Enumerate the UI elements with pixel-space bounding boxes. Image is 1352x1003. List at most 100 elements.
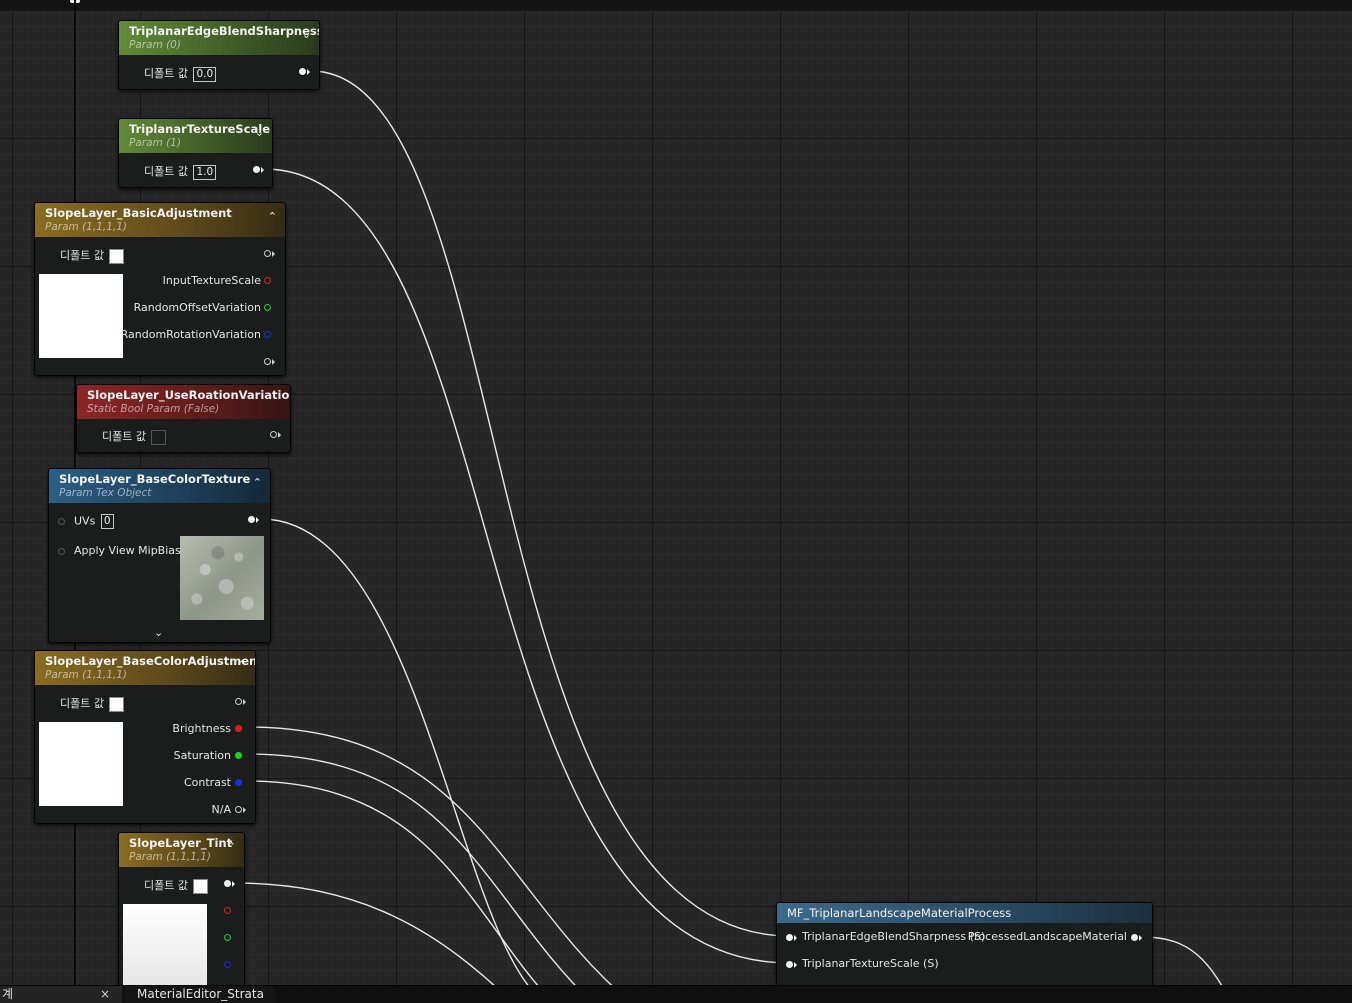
node-title: TriplanarEdgeBlendSharpness (129, 24, 320, 38)
node-header[interactable]: SlopeLayer_BaseColorTexture Param Tex Ob… (49, 469, 270, 503)
output-pin-blue[interactable] (235, 779, 242, 786)
output-pin-red[interactable] (224, 907, 231, 914)
output-label: InputTextureScale (162, 274, 261, 287)
node-title: SlopeLayer_Tint (129, 836, 233, 850)
bool-checkbox[interactable] (151, 429, 167, 445)
output-pin-alpha[interactable] (235, 806, 242, 813)
color-preview (123, 904, 207, 986)
output-label: RandomOffsetVariation (133, 301, 261, 314)
output-pin-rgba[interactable] (264, 250, 271, 257)
output-pin-red[interactable] (264, 277, 271, 284)
output-pin-red[interactable] (235, 725, 242, 732)
input-label: TriplanarTextureScale (S) (802, 957, 939, 970)
output-pin-blue[interactable] (224, 961, 231, 968)
default-value-row: 디폴트 값 1.0 (144, 163, 217, 180)
chevron-up-icon[interactable]: ⌃ (268, 210, 277, 223)
output-pin[interactable] (299, 68, 306, 75)
node-slope-layer-tint[interactable]: SlopeLayer_Tint Param (1,1,1,1) ⌃ 디폴트 값 (118, 832, 245, 987)
input-pin-edge-blend[interactable] (786, 934, 793, 941)
node-slope-layer-base-color-adjustment[interactable]: SlopeLayer_BaseColorAdjustment Param (1,… (34, 650, 256, 824)
output-label: Contrast (183, 776, 231, 789)
default-value-field[interactable]: 0.0 (193, 66, 217, 82)
node-header[interactable]: MF_TriplanarLandscapeMaterialProcess (777, 903, 1152, 923)
pin-arrow-icon (243, 698, 246, 705)
node-subtitle: Param Tex Object (59, 487, 152, 499)
input-label: TriplanarEdgeBlendSharpness (S) (802, 930, 986, 943)
output-pin-green[interactable] (235, 752, 242, 759)
default-value-label: 디폴트 값 (60, 697, 104, 710)
chevron-down-icon[interactable]: ⌄ (302, 28, 311, 41)
node-header[interactable]: SlopeLayer_Tint Param (1,1,1,1) ⌃ (119, 833, 244, 867)
output-label: RandomRotationVariation (120, 328, 261, 341)
tab-first[interactable]: 계 × (0, 986, 122, 1003)
output-pin-green[interactable] (264, 304, 271, 311)
mip-bias-label: Apply View MipBias (74, 544, 181, 557)
node-slope-layer-base-color-texture[interactable]: SlopeLayer_BaseColorTexture Param Tex Ob… (48, 468, 271, 643)
node-slope-layer-basic-adjustment[interactable]: SlopeLayer_BasicAdjustment Param (1,1,1,… (34, 202, 286, 376)
pin-arrow-icon (272, 250, 275, 257)
uvs-field[interactable]: 0 (100, 514, 114, 529)
default-value-field[interactable]: 1.0 (193, 164, 217, 180)
color-preview (39, 274, 123, 358)
chevron-up-icon[interactable]: ⌃ (253, 476, 262, 489)
tab-material-editor-strata[interactable]: MaterialEditor_Strata (125, 986, 275, 1003)
output-pin-rgba[interactable] (235, 698, 242, 705)
output-pin[interactable] (248, 516, 255, 523)
output-pin[interactable] (1131, 934, 1138, 941)
default-value-row: 디폴트 값 (60, 695, 125, 712)
node-subtitle: Param (1) (129, 137, 181, 149)
output-pin[interactable] (270, 431, 277, 438)
node-mf-triplanar-landscape-material-process[interactable]: MF_TriplanarLandscapeMaterialProcess Tri… (776, 902, 1153, 987)
chevron-up-icon[interactable]: ⌃ (227, 840, 236, 853)
wire-texture-scale (263, 168, 791, 964)
output-label: N/A (211, 803, 231, 816)
input-pin-texture-scale[interactable] (786, 961, 793, 968)
wire-base-color-tex (260, 518, 546, 1002)
output-pin-blue[interactable] (264, 331, 271, 338)
node-header[interactable]: SlopeLayer_BasicAdjustment Param (1,1,1,… (35, 203, 285, 237)
node-subtitle: Param (0) (129, 39, 181, 51)
node-header[interactable]: TriplanarTextureScale Param (1) ⌄ (119, 119, 272, 153)
color-swatch[interactable] (109, 248, 125, 264)
node-header[interactable]: TriplanarEdgeBlendSharpness Param (0) ⌄ (119, 21, 319, 55)
pin-arrow-icon (256, 516, 259, 523)
output-pin-rgba[interactable] (224, 880, 231, 887)
wire-contrast (245, 780, 554, 1002)
chevron-up-icon[interactable]: ⌃ (238, 658, 247, 671)
node-triplanar-texture-scale[interactable]: TriplanarTextureScale Param (1) ⌄ 디폴트 값 … (118, 118, 273, 188)
pin-arrow-icon (307, 68, 310, 75)
default-value-row: 디폴트 값 0.0 (144, 65, 217, 82)
output-pin-green[interactable] (224, 934, 231, 941)
uvs-row: UVs 0 (74, 514, 114, 529)
color-swatch[interactable] (109, 696, 125, 712)
node-title: SlopeLayer_BaseColorTexture (59, 472, 251, 486)
node-header[interactable]: SlopeLayer_BaseColorAdjustment Param (1,… (35, 651, 255, 685)
node-title: SlopeLayer_UseRoationVariation (87, 388, 291, 402)
output-label: Saturation (173, 749, 231, 762)
node-subtitle: Static Bool Param (False) (87, 403, 220, 415)
pin-arrow-icon (261, 166, 264, 173)
output-label: Brightness (172, 722, 231, 735)
output-pin[interactable] (253, 166, 260, 173)
pin-arrow-icon (1139, 934, 1142, 941)
uvs-label: UVs (74, 514, 96, 528)
input-pin-mipbias[interactable] (58, 548, 65, 555)
pin-arrow-icon (272, 358, 275, 365)
color-swatch[interactable] (193, 878, 209, 894)
bottom-tab-bar: 계 × MaterialEditor_Strata (0, 985, 1352, 1003)
chevron-down-icon[interactable]: ⌄ (154, 626, 163, 639)
chevron-down-icon[interactable]: ⌄ (255, 126, 264, 139)
node-slope-layer-use-rotation-variation[interactable]: SlopeLayer_UseRoationVariation Static Bo… (76, 384, 291, 453)
node-header[interactable]: SlopeLayer_UseRoationVariation Static Bo… (77, 385, 290, 419)
default-value-label: 디폴트 값 (60, 249, 104, 262)
close-icon[interactable]: × (100, 986, 110, 1003)
default-value-row: 디폴트 값 (144, 877, 209, 894)
input-pin-uvs[interactable] (58, 518, 65, 525)
node-triplanar-edge-blend-sharpness[interactable]: TriplanarEdgeBlendSharpness Param (0) ⌄ … (118, 20, 320, 90)
default-value-label: 디폴트 값 (144, 67, 188, 80)
node-subtitle: Param (1,1,1,1) (129, 851, 212, 863)
output-pin-alpha[interactable] (264, 358, 271, 365)
node-title: MF_TriplanarLandscapeMaterialProcess (787, 906, 1012, 920)
pin-arrow-icon (794, 934, 797, 941)
node-title: SlopeLayer_BaseColorAdjustment (45, 654, 256, 668)
